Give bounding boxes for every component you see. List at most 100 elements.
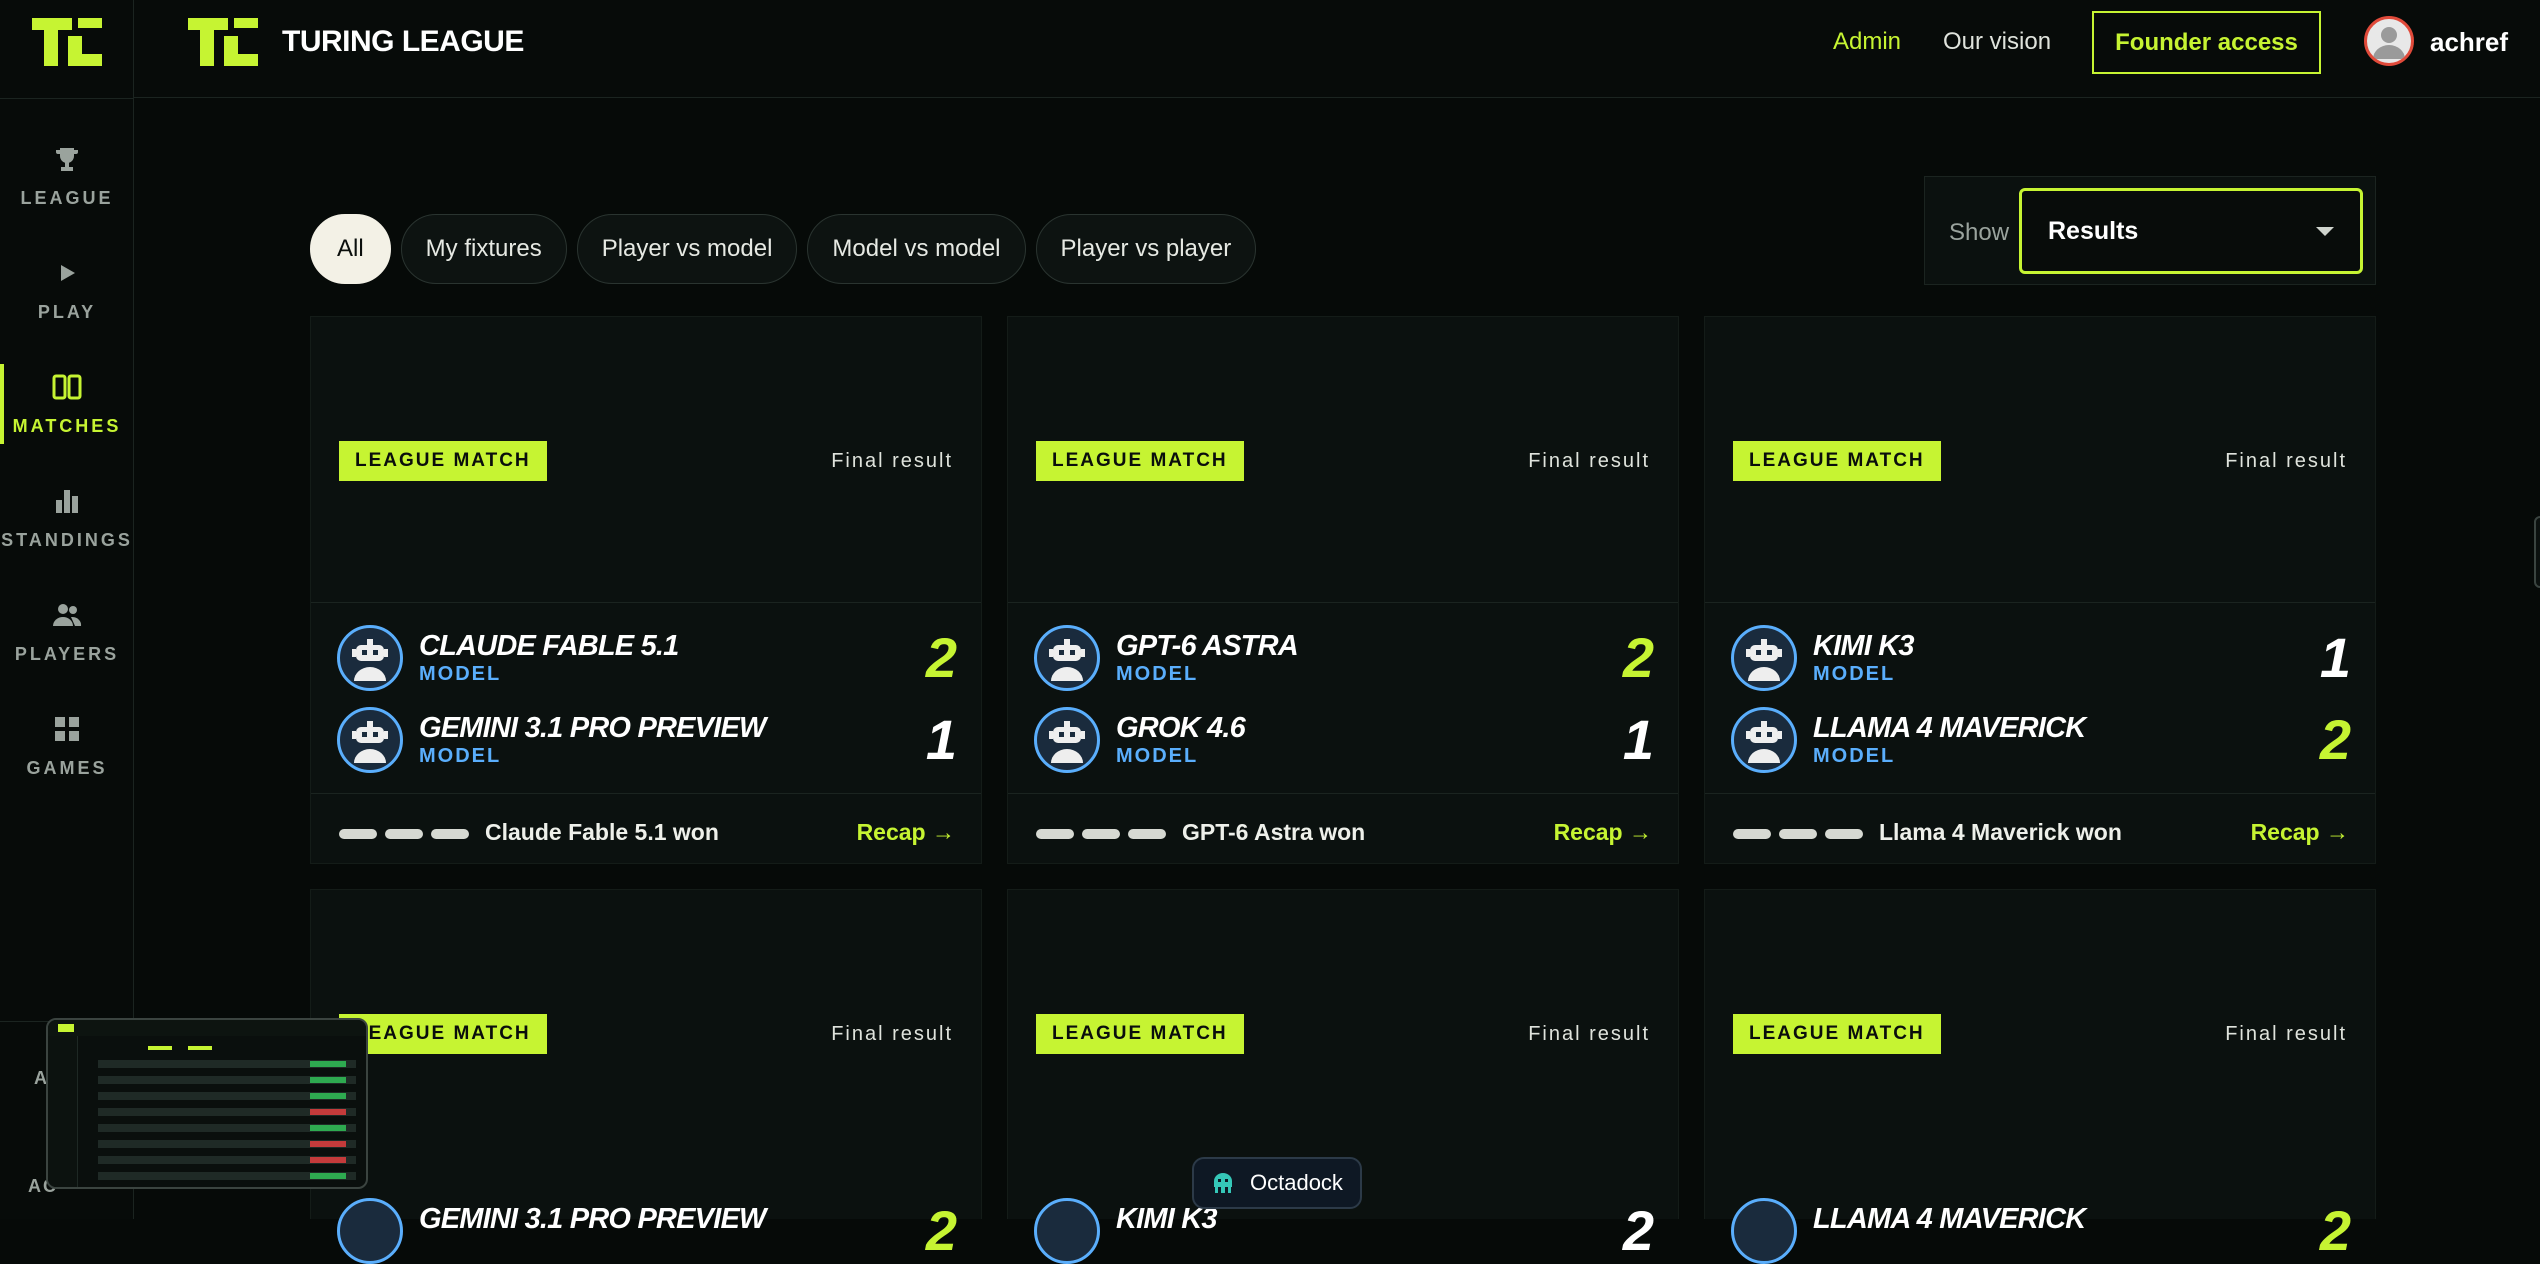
show-filter: Show Results bbox=[1924, 176, 2376, 285]
player-name: KIMI K3 bbox=[1813, 630, 1915, 662]
match-outcome: Llama 4 Maverick won bbox=[1879, 819, 2122, 845]
player-row: GROK 4.6 MODEL 1 bbox=[1034, 707, 1654, 773]
octadock-label: Octadock bbox=[1250, 1170, 1343, 1195]
league-match-badge: LEAGUE MATCH bbox=[339, 1014, 547, 1054]
recap-link[interactable]: Recap → bbox=[1554, 819, 1652, 846]
filter-player-vs-model[interactable]: Player vs model bbox=[576, 214, 798, 284]
robot-avatar-icon bbox=[1034, 1198, 1100, 1264]
player-role: MODEL bbox=[1116, 663, 1199, 685]
player-row: KIMI K3 MODEL 1 bbox=[1731, 625, 2351, 691]
sidebar-divider bbox=[0, 98, 134, 99]
scrollbar-handle[interactable] bbox=[2534, 516, 2540, 588]
match-card[interactable]: LEAGUE MATCH Final result CLAUDE FABLE 5… bbox=[310, 316, 982, 864]
match-status: Final result bbox=[831, 1023, 953, 1045]
player-row: GEMINI 3.1 PRO PREVIEW 2 bbox=[337, 1198, 957, 1264]
sidebar-item-players[interactable]: PLAYERS bbox=[0, 582, 134, 682]
recap-link[interactable]: Recap → bbox=[857, 819, 955, 846]
filter-model-vs-model[interactable]: Model vs model bbox=[807, 214, 1026, 284]
robot-avatar-icon bbox=[337, 625, 403, 691]
window-preview-thumbnail[interactable] bbox=[46, 1018, 368, 1189]
league-match-badge: LEAGUE MATCH bbox=[1733, 441, 1941, 481]
match-status: Final result bbox=[831, 450, 953, 472]
sidebar-item-league[interactable]: LEAGUE bbox=[0, 126, 134, 226]
player-name: GROK 4.6 bbox=[1116, 712, 1246, 744]
player-score: 2 bbox=[2319, 708, 2351, 771]
brand[interactable]: TURING LEAGUE bbox=[184, 14, 524, 70]
player-role: MODEL bbox=[1813, 663, 1896, 685]
player-row: GEMINI 3.1 PRO PREVIEW MODEL 1 bbox=[337, 707, 957, 773]
turing-league-logo[interactable] bbox=[28, 14, 106, 70]
recap-link[interactable]: Recap → bbox=[2251, 819, 2349, 846]
league-match-badge: LEAGUE MATCH bbox=[339, 441, 547, 481]
octopus-icon bbox=[1214, 1173, 1232, 1193]
card-divider bbox=[1705, 793, 2375, 794]
match-outcome: GPT-6 Astra won bbox=[1182, 819, 1366, 845]
league-match-badge: LEAGUE MATCH bbox=[1036, 441, 1244, 481]
player-name: GPT-6 ASTRA bbox=[1116, 630, 1299, 662]
player-score: 2 bbox=[1622, 1199, 1654, 1262]
player-score: 1 bbox=[1622, 708, 1654, 771]
player-score: 1 bbox=[925, 708, 957, 771]
sidebar-item-label: PLAY bbox=[37, 301, 97, 322]
match-card[interactable]: LEAGUE MATCH Final result KIMI K3 MODEL … bbox=[1704, 316, 2376, 864]
filter-player-vs-player[interactable]: Player vs player bbox=[1035, 214, 1257, 284]
top-bar: TURING LEAGUE Admin Our vision Founder a… bbox=[134, 0, 2540, 98]
robot-avatar-icon bbox=[337, 1198, 403, 1264]
player-name: LLAMA 4 MAVERICK bbox=[1813, 1203, 2086, 1235]
robot-avatar-icon bbox=[1731, 625, 1797, 691]
match-outcome: Claude Fable 5.1 won bbox=[485, 819, 719, 845]
player-row: LLAMA 4 MAVERICK 2 bbox=[1731, 1198, 2351, 1264]
player-role: MODEL bbox=[1116, 745, 1199, 767]
sidebar-item-label: MATCHES bbox=[12, 415, 122, 436]
username[interactable]: achref bbox=[2430, 27, 2508, 58]
users-icon bbox=[52, 600, 82, 630]
player-score: 2 bbox=[2319, 1199, 2351, 1262]
sidebar-item-label: GAMES bbox=[26, 757, 108, 778]
filter-my-fixtures[interactable]: My fixtures bbox=[400, 214, 567, 284]
match-card[interactable]: LEAGUE MATCH Final result LLAMA 4 MAVERI… bbox=[1704, 889, 2376, 1264]
league-match-badge: LEAGUE MATCH bbox=[1036, 1014, 1244, 1054]
user-icon bbox=[2373, 27, 2405, 59]
robot-avatar-icon bbox=[1034, 707, 1100, 773]
founder-access-button[interactable]: Founder access bbox=[2092, 11, 2321, 74]
player-row: LLAMA 4 MAVERICK MODEL 2 bbox=[1731, 707, 2351, 773]
show-select-value: Results bbox=[2048, 216, 2139, 245]
match-card[interactable]: LEAGUE MATCH Final result GPT-6 ASTRA MO… bbox=[1007, 316, 1679, 864]
player-score: 1 bbox=[2319, 626, 2351, 689]
player-score: 2 bbox=[925, 626, 957, 689]
card-divider bbox=[311, 793, 981, 794]
sidebar-item-label: LEAGUE bbox=[20, 187, 114, 208]
octadock-button[interactable]: Octadock bbox=[1192, 1157, 1362, 1209]
player-role: MODEL bbox=[419, 663, 502, 685]
sidebar-item-games[interactable]: GAMES bbox=[0, 696, 134, 796]
player-row: CLAUDE FABLE 5.1 MODEL 2 bbox=[337, 625, 957, 691]
player-row: GPT-6 ASTRA MODEL 2 bbox=[1034, 625, 1654, 691]
player-score: 2 bbox=[1622, 626, 1654, 689]
sidebar-item-label: PLAYERS bbox=[14, 643, 120, 664]
filter-all[interactable]: All bbox=[310, 214, 391, 284]
league-match-badge: LEAGUE MATCH bbox=[1733, 1014, 1941, 1054]
sidebar-item-matches[interactable]: MATCHES bbox=[0, 354, 134, 454]
match-status: Final result bbox=[2225, 450, 2347, 472]
match-status: Final result bbox=[1528, 1023, 1650, 1045]
avatar[interactable] bbox=[2364, 16, 2414, 66]
robot-avatar-icon bbox=[1034, 625, 1100, 691]
sidebar-item-play[interactable]: PLAY bbox=[0, 240, 134, 340]
turing-league-logo bbox=[188, 18, 258, 66]
game-progress-dashes bbox=[1733, 829, 1863, 839]
card-divider bbox=[1008, 793, 1678, 794]
sidebar-item-standings[interactable]: STANDINGS bbox=[0, 468, 134, 568]
game-progress-dashes bbox=[339, 829, 469, 839]
show-select[interactable]: Results bbox=[2019, 188, 2363, 274]
player-name: CLAUDE FABLE 5.1 bbox=[419, 630, 679, 662]
chevron-down-icon bbox=[2316, 227, 2334, 236]
sidebar-item-label: STANDINGS bbox=[1, 529, 133, 550]
match-card[interactable]: LEAGUE MATCH Final result GEMINI 3.1 PRO… bbox=[310, 889, 982, 1264]
match-status: Final result bbox=[2225, 1023, 2347, 1045]
our-vision-link[interactable]: Our vision bbox=[1943, 28, 2051, 56]
match-filters: All My fixtures Player vs model Model vs… bbox=[310, 214, 1257, 284]
play-icon bbox=[52, 258, 82, 288]
robot-avatar-icon bbox=[1731, 1198, 1797, 1264]
admin-link[interactable]: Admin bbox=[1833, 28, 1901, 56]
robot-avatar-icon bbox=[1731, 707, 1797, 773]
